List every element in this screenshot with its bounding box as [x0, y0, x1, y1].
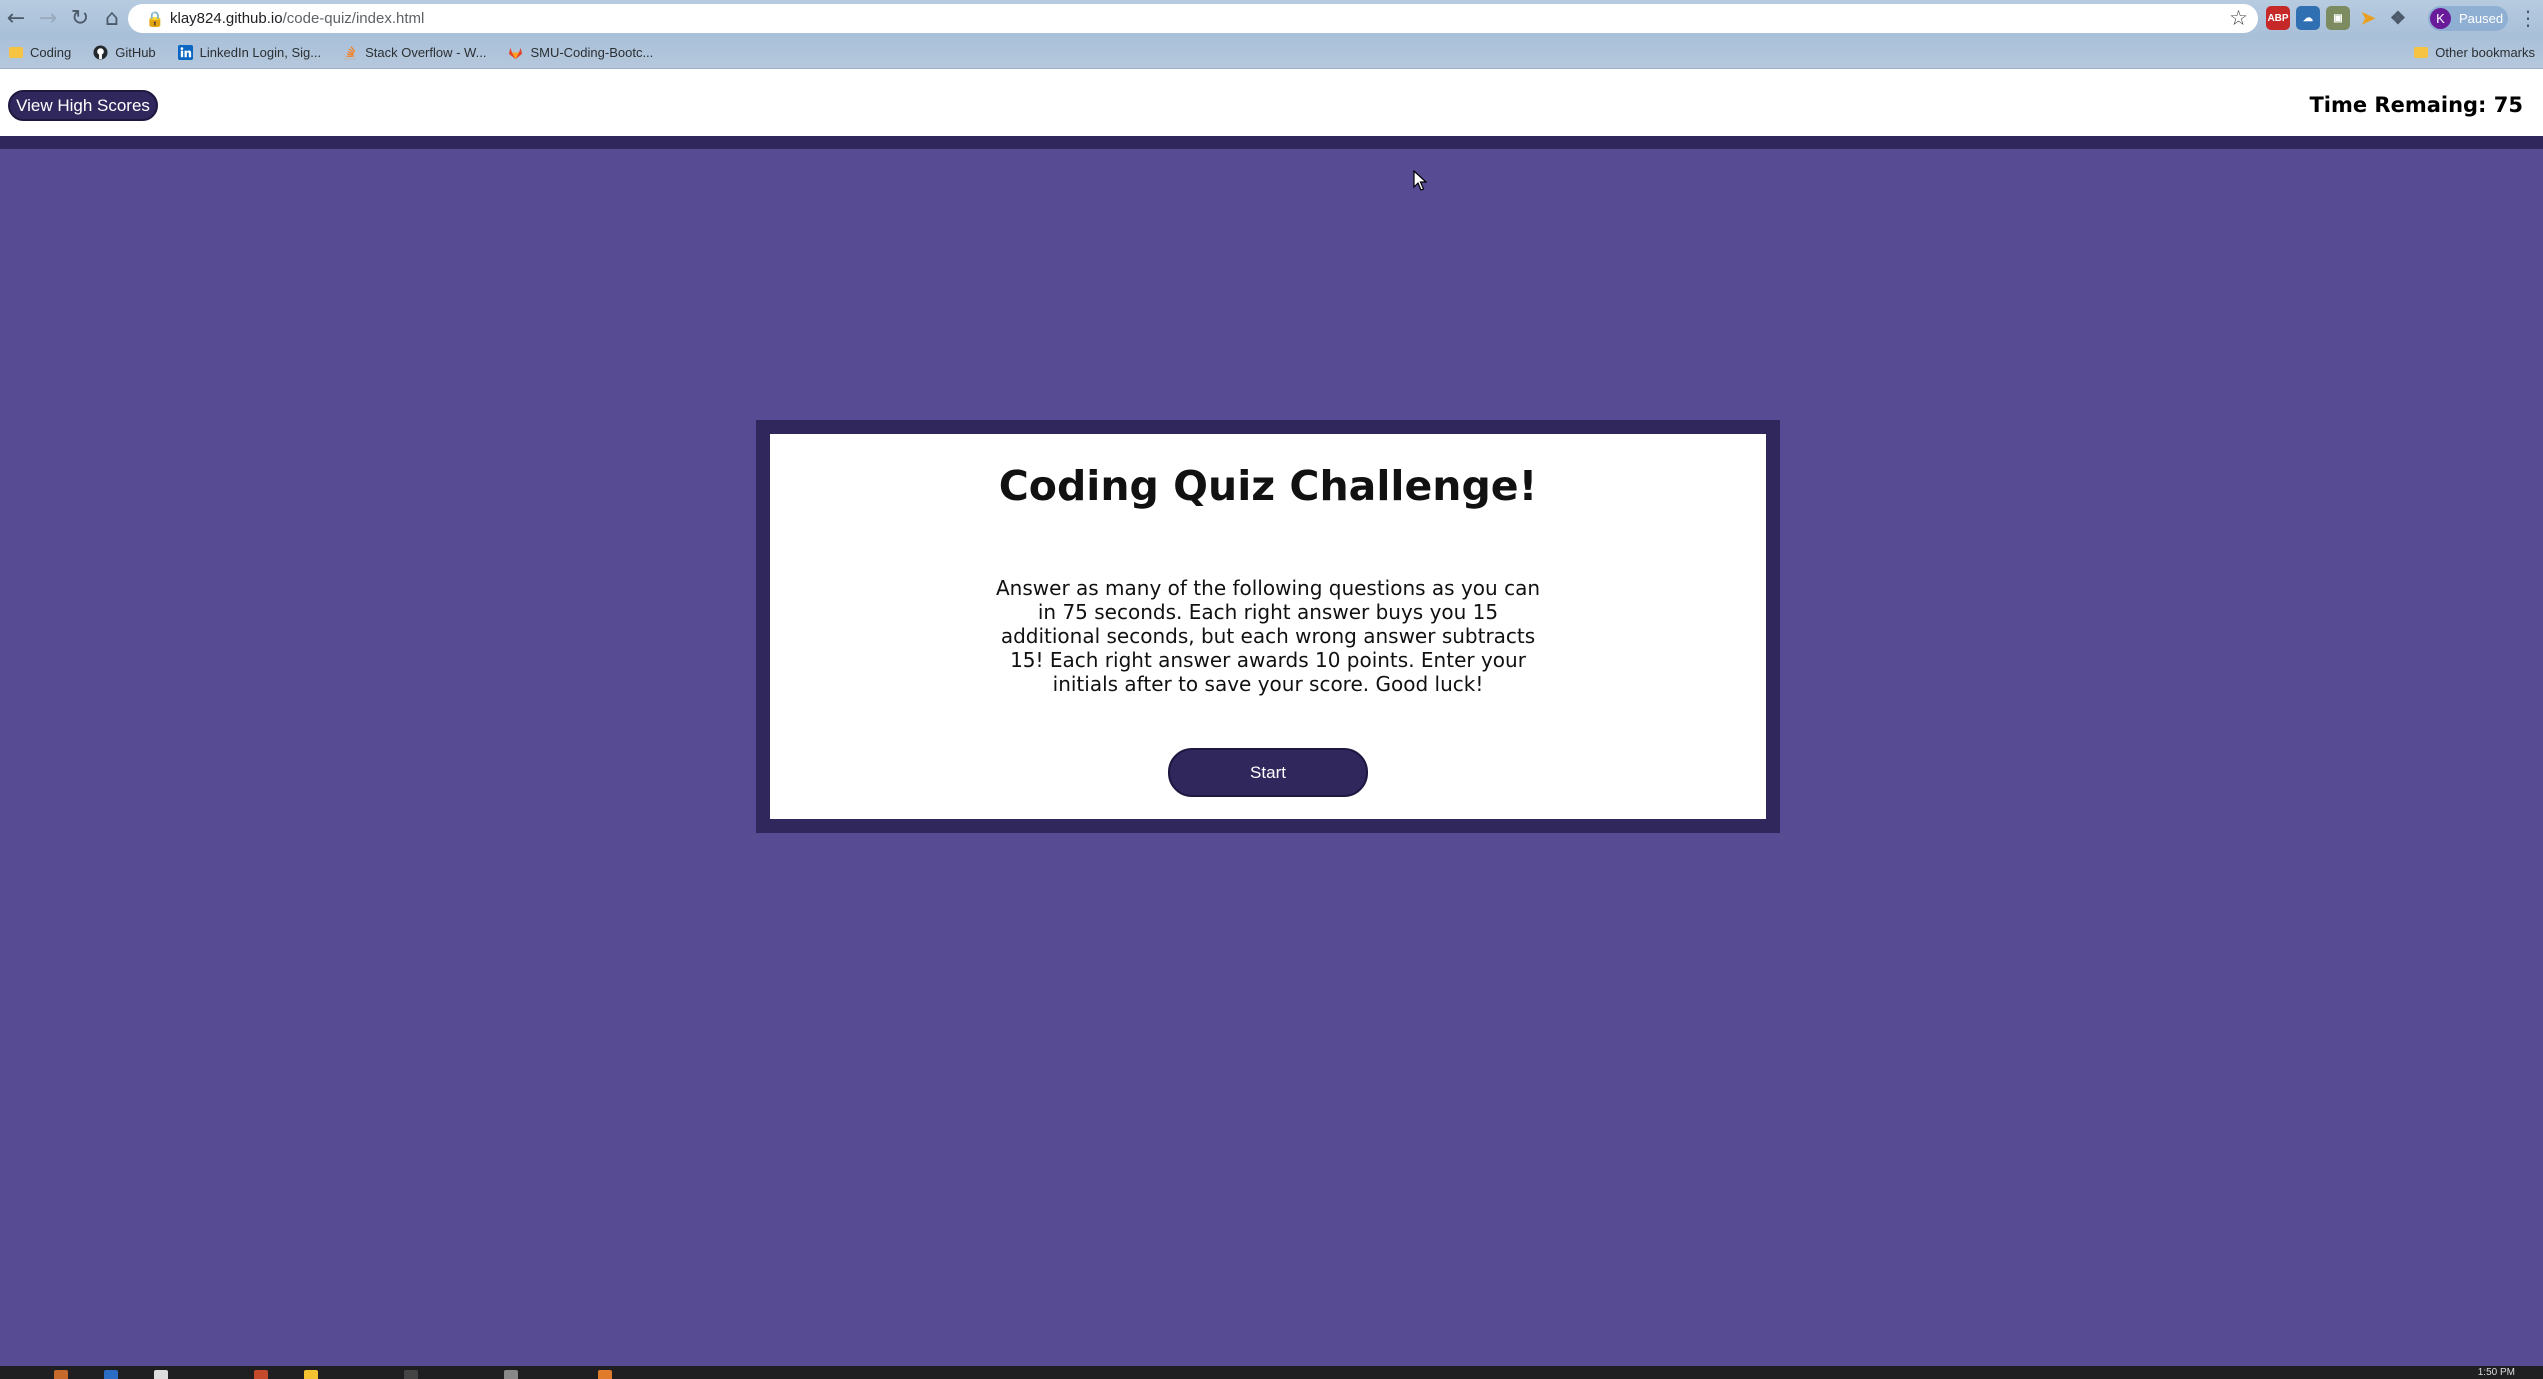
time-remaining: Time Remaing: 75 — [2309, 93, 2523, 117]
taskbar-app-icon[interactable] — [54, 1370, 68, 1379]
bookmark-star-icon[interactable]: ☆ — [2229, 6, 2248, 30]
taskbar-app-icon[interactable] — [304, 1370, 318, 1379]
url-path: /code-quiz/index.html — [282, 10, 425, 27]
cloud-extension-icon[interactable]: ☁ — [2296, 6, 2320, 30]
lock-icon[interactable]: 🔒 — [140, 10, 170, 28]
gitlab-icon — [508, 45, 523, 60]
linkedin-icon — [177, 44, 193, 60]
taskbar-clock: 1:50 PM — [2477, 1367, 2515, 1378]
taskbar-app-icon[interactable] — [598, 1370, 612, 1379]
quiz-instructions: Answer as many of the following question… — [996, 576, 1540, 696]
folder-icon — [2413, 45, 2428, 60]
bookmark-label: Stack Overflow - W... — [365, 44, 487, 60]
bookmarks-bar: Coding GitHub LinkedIn Login, Sig... Sta… — [0, 36, 2543, 69]
avatar: K — [2430, 8, 2451, 29]
bookmark-label: Coding — [30, 44, 72, 60]
sync-status: Paused — [2459, 11, 2504, 26]
url-host: klay824.github.io — [170, 10, 283, 27]
extensions-row: ABP ☁ ▣ ➤ ❖ — [2266, 6, 2410, 30]
quiz-title: Coding Quiz Challenge! — [998, 462, 1538, 510]
view-high-scores-button[interactable]: View High Scores — [8, 90, 158, 121]
start-button[interactable]: Start — [1168, 748, 1368, 797]
bookmark-coding[interactable]: Coding — [8, 36, 71, 69]
profile-button[interactable]: K Paused — [2428, 6, 2508, 31]
address-bar[interactable]: 🔒 klay824.github.io /code-quiz/index.htm… — [128, 4, 2258, 33]
stackoverflow-icon — [343, 45, 358, 60]
taskbar-app-icon[interactable] — [254, 1370, 268, 1379]
other-bookmarks[interactable]: Other bookmarks — [2413, 36, 2535, 69]
bookmark-label: Other bookmarks — [2435, 45, 2535, 60]
extensions-puzzle-icon[interactable]: ❖ — [2386, 6, 2410, 30]
bookmark-label: GitHub — [115, 44, 156, 60]
bookmark-github[interactable]: GitHub — [93, 36, 156, 69]
browser-toolbar: ← → ↻ ⌂ 🔒 klay824.github.io /code-quiz/i… — [0, 0, 2543, 36]
bookmark-linkedin[interactable]: LinkedIn Login, Sig... — [177, 36, 322, 69]
extension-arrow-icon[interactable]: ➤ — [2356, 6, 2380, 30]
bookmark-smu-bootcamp[interactable]: SMU-Coding-Bootc... — [508, 36, 653, 69]
taskbar-app-icon[interactable] — [404, 1370, 418, 1379]
back-icon[interactable]: ← — [0, 0, 32, 36]
mouse-cursor-icon — [1413, 170, 1427, 191]
taskbar-app-icon[interactable] — [154, 1370, 168, 1379]
github-icon — [93, 44, 108, 60]
forward-icon[interactable]: → — [32, 0, 64, 36]
bookmark-stackoverflow[interactable]: Stack Overflow - W... — [343, 36, 486, 69]
home-icon[interactable]: ⌂ — [96, 0, 128, 36]
quiz-card: Coding Quiz Challenge! Answer as many of… — [770, 434, 1766, 819]
os-taskbar: 1:50 PM — [0, 1366, 2543, 1379]
quiz-card-frame: Coding Quiz Challenge! Answer as many of… — [756, 420, 1780, 833]
adblock-icon[interactable]: ABP — [2266, 6, 2290, 30]
kebab-menu-icon[interactable]: ⋮ — [2518, 4, 2538, 32]
taskbar-app-icon[interactable] — [104, 1370, 118, 1379]
reload-icon[interactable]: ↻ — [64, 0, 96, 36]
taskbar-app-icon[interactable] — [504, 1370, 518, 1379]
bookmark-label: LinkedIn Login, Sig... — [199, 44, 322, 60]
folder-icon — [8, 45, 23, 60]
bookmark-label: SMU-Coding-Bootc... — [530, 44, 654, 60]
extension-box-icon[interactable]: ▣ — [2326, 6, 2350, 30]
page-header: View High Scores Time Remaing: 75 — [0, 69, 2543, 149]
